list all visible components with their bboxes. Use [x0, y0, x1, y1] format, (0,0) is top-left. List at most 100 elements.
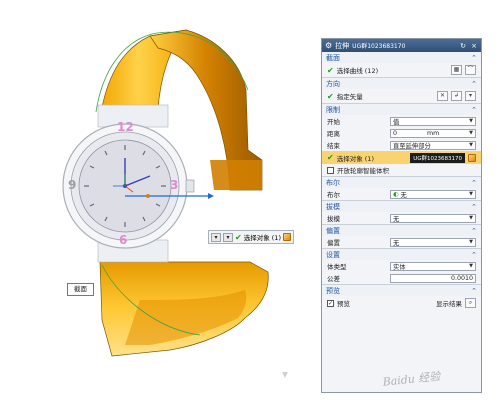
body-type-label: 体类型 — [327, 263, 347, 271]
vector-axis-icon[interactable]: ↲ — [451, 91, 462, 101]
dialog-title: 拉伸 — [335, 41, 350, 50]
group-title-direction: 方向 — [326, 79, 340, 88]
group-header-direction[interactable]: 方向 ⌃ — [322, 78, 481, 89]
group-header-limits[interactable]: 限制 ⌃ — [322, 104, 481, 115]
collapse-caret-icon[interactable]: ⌃ — [471, 179, 477, 187]
chevron-down-icon: ▼ — [469, 118, 473, 124]
show-result-label[interactable]: 显示结果 — [436, 298, 462, 308]
group-preview: 预览 ⌃ ✓ 预览 显示结果 ⌕ — [322, 285, 481, 310]
distance-input[interactable]: 0 mm ▼ — [390, 128, 476, 138]
select-curve-label[interactable]: 选择曲线 (12) — [337, 65, 448, 75]
collapse-caret-icon[interactable]: ⌃ — [471, 106, 477, 114]
boolean-label: 布尔 — [327, 191, 340, 199]
dialog-titlebar[interactable]: ⚙ 拉伸 UG群1023683170 ↻ × — [322, 39, 481, 52]
chevron-down-icon: ▼ — [469, 215, 473, 221]
chevron-down-icon: ▼ — [469, 263, 473, 269]
close-icon[interactable]: × — [470, 42, 478, 50]
group-title-boolean: 布尔 — [326, 178, 340, 187]
end-select[interactable]: 直至延伸部分 ▼ — [390, 140, 476, 150]
group-header-offset[interactable]: 偏置 ⌃ — [322, 225, 481, 236]
group-draft: 拔模 ⌃ 拔模 无 ▼ — [322, 201, 481, 225]
check-icon: ✔ — [327, 153, 334, 162]
reset-icon[interactable]: ↻ — [459, 42, 467, 50]
group-header-draft[interactable]: 拔模 ⌃ — [322, 201, 481, 212]
chevron-down-icon: ▼ — [469, 130, 473, 136]
collapse-caret-icon[interactable]: ⌃ — [471, 80, 477, 88]
end-label: 结束 — [327, 142, 340, 150]
group-direction: 方向 ⌃ ✔ 指定矢量 ✕ ↲ ▾ — [322, 78, 481, 104]
check-icon: ✔ — [235, 232, 242, 242]
group-settings: 设置 ⌃ 体类型 实体 ▼ 公差 0.0010 — [322, 249, 481, 285]
collapse-caret-icon[interactable]: ⌃ — [471, 287, 477, 295]
curve-section-icon[interactable]: ⌒ — [465, 65, 476, 75]
collapse-caret-icon[interactable]: ⌃ — [471, 54, 477, 62]
collapse-caret-icon[interactable]: ⌃ — [471, 251, 477, 259]
start-value: 值 — [393, 118, 400, 126]
boolean-value: 无 — [400, 191, 407, 199]
dropdown-arrow-icon[interactable]: ▾ — [223, 232, 233, 242]
start-select[interactable]: 值 ▼ — [390, 116, 476, 126]
start-label: 开始 — [327, 118, 340, 126]
body-type-select[interactable]: 实体 ▼ — [390, 261, 476, 271]
group-title-section: 截面 — [326, 53, 340, 62]
graphics-viewport[interactable]: 12 3 6 9 ▾ ▾ ✔ 选择对象 (1) 截面 — [0, 0, 322, 403]
magnifier-icon[interactable]: ⌕ — [465, 298, 476, 308]
part-tooltip: UG群1023683170 — [410, 152, 465, 163]
preview-checkbox[interactable]: ✓ — [327, 299, 334, 307]
group-title-limits: 限制 — [326, 105, 340, 114]
watch-model-3d[interactable] — [0, 0, 322, 403]
collapse-caret-icon[interactable]: ⌃ — [471, 227, 477, 235]
specify-vector-label[interactable]: 指定矢量 — [337, 91, 434, 101]
group-title-offset: 偏置 — [326, 226, 340, 235]
check-icon: ✔ — [327, 91, 334, 101]
group-offset: 偏置 ⌃ 偏置 无 ▼ — [322, 225, 481, 249]
preview-label: 预览 — [337, 300, 350, 308]
inline-select-object-label[interactable]: 选择对象 (1) — [244, 232, 281, 242]
tolerance-label: 公差 — [327, 275, 340, 283]
gear-icon[interactable]: ⚙ — [325, 41, 332, 50]
group-header-boolean[interactable]: 布尔 ⌃ — [322, 177, 481, 188]
distance-unit: mm — [426, 129, 440, 137]
open-profile-checkbox[interactable] — [327, 166, 334, 174]
open-profile-label: 开放轮廓智能体积 — [337, 167, 389, 175]
extrude-dialog[interactable]: ⚙ 拉伸 UG群1023683170 ↻ × 截面 ⌃ ✔ 选择曲线 (12) … — [321, 38, 482, 393]
sketch-section-icon[interactable]: ▦ — [451, 65, 462, 75]
offset-value: 无 — [393, 239, 400, 247]
offset-select[interactable]: 无 ▼ — [390, 237, 476, 247]
group-boolean: 布尔 ⌃ 布尔 ◐ 无 ▼ — [322, 177, 481, 201]
vector-dropdown-icon[interactable]: ▾ — [465, 91, 476, 101]
offset-label: 偏置 — [327, 239, 340, 247]
inline-selection-toolbar[interactable]: ▾ ▾ ✔ 选择对象 (1) — [208, 230, 294, 244]
draft-value: 无 — [393, 215, 400, 223]
chevron-down-icon: ▼ — [469, 239, 473, 245]
body-cube-icon[interactable] — [468, 153, 476, 162]
select-object-label[interactable]: 选择对象 (1) — [337, 153, 374, 163]
group-section: 截面 ⌃ ✔ 选择曲线 (12) ▦ ⌒ — [322, 52, 481, 78]
dial-number-6: 6 — [119, 233, 128, 247]
end-value: 直至延伸部分 — [393, 142, 431, 150]
selection-filter-icon[interactable]: ▾ — [211, 232, 221, 242]
group-title-draft: 拔模 — [326, 202, 340, 211]
collapse-caret-icon[interactable]: ⌃ — [471, 203, 477, 211]
right-strap-section — [210, 160, 262, 190]
boolean-none-icon: ◐ — [393, 190, 399, 198]
group-limits: 限制 ⌃ 开始 值 ▼ 距离 0 mm ▼ 结束 直至延伸部分 ▼ ✔ 选择对象… — [322, 104, 481, 177]
group-title-settings: 设置 — [326, 250, 340, 259]
draft-select[interactable]: 无 ▼ — [390, 213, 476, 223]
group-header-section[interactable]: 截面 ⌃ — [322, 52, 481, 63]
chevron-down-icon: ▼ — [469, 191, 473, 197]
chevron-down-icon: ▼ — [469, 142, 473, 148]
tolerance-value: 0.0010 — [450, 274, 473, 282]
group-title-preview: 预览 — [326, 286, 340, 295]
group-header-preview[interactable]: 预览 ⌃ — [322, 285, 481, 296]
part-name: UG群1023683170 — [352, 43, 406, 50]
section-callout-label: 截面 — [67, 283, 94, 296]
dial-number-3: 3 — [170, 178, 179, 192]
distance-label: 距离 — [327, 130, 340, 138]
group-header-settings[interactable]: 设置 ⌃ — [322, 249, 481, 260]
body-type-value: 实体 — [393, 263, 406, 271]
tolerance-input[interactable]: 0.0010 — [390, 273, 476, 283]
reverse-direction-icon[interactable]: ✕ — [437, 91, 448, 101]
boolean-select[interactable]: ◐ 无 ▼ — [390, 189, 476, 199]
body-cube-icon[interactable] — [282, 233, 291, 241]
